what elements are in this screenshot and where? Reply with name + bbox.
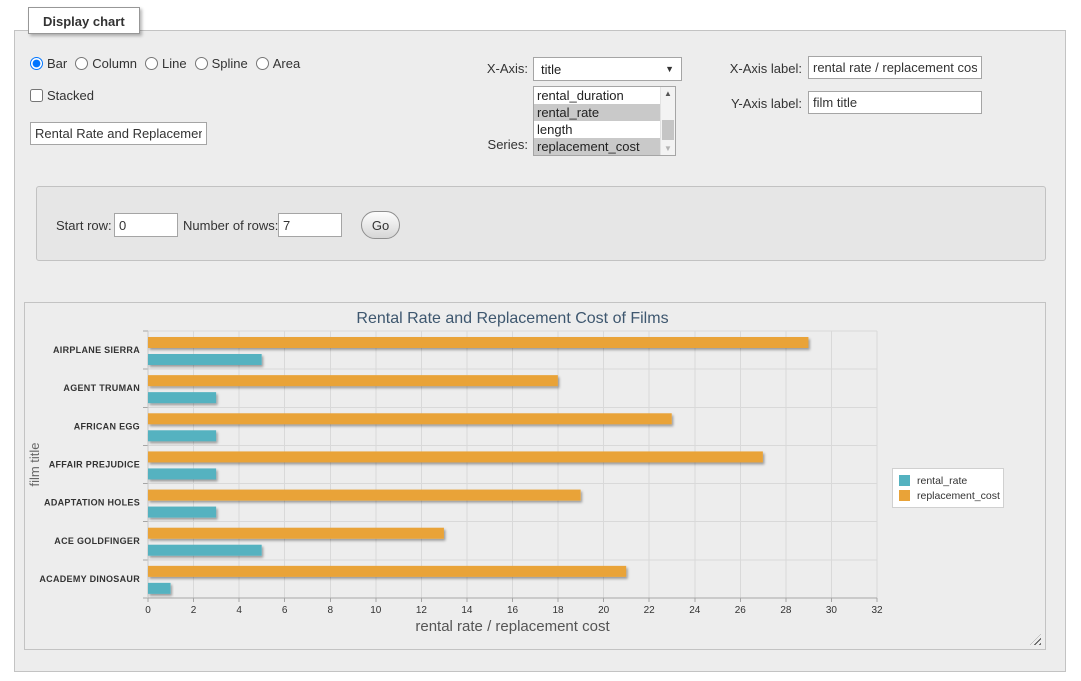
svg-text:28: 28: [780, 605, 792, 616]
scroll-up-icon[interactable]: ▲: [661, 87, 675, 100]
svg-text:24: 24: [689, 605, 701, 616]
radio-area[interactable]: [256, 57, 269, 70]
chevron-down-icon: ▼: [665, 64, 674, 74]
chart-type-option-line[interactable]: Line: [145, 56, 187, 71]
chart-type-option-spline[interactable]: Spline: [195, 56, 248, 71]
svg-text:30: 30: [826, 605, 838, 616]
radio-bar[interactable]: [30, 57, 43, 70]
x-axis-select[interactable]: title ▼: [533, 57, 682, 81]
radio-label: Bar: [47, 56, 67, 71]
svg-text:20: 20: [598, 605, 610, 616]
chart-type-option-bar[interactable]: Bar: [30, 56, 67, 71]
series-option-rental_rate[interactable]: rental_rate: [534, 104, 660, 121]
num-rows-input[interactable]: [278, 213, 342, 237]
legend-item-replacement_cost[interactable]: replacement_cost: [899, 488, 997, 503]
stacked-checkbox[interactable]: [30, 89, 43, 102]
chart-type-radios: Bar Column Line Spline Area: [30, 56, 300, 71]
scroll-down-icon[interactable]: ▼: [661, 142, 675, 155]
svg-text:AFRICAN EGG: AFRICAN EGG: [74, 421, 140, 431]
radio-label: Line: [162, 56, 187, 71]
svg-text:10: 10: [370, 605, 382, 616]
chart-container: 02468101214161820222426283032AIRPLANE SI…: [24, 302, 1046, 650]
x-axis-label-input[interactable]: [808, 56, 982, 79]
radio-label: Area: [273, 56, 300, 71]
go-button[interactable]: Go: [361, 211, 400, 239]
start-row-input[interactable]: [114, 213, 178, 237]
radio-column[interactable]: [75, 57, 88, 70]
chart-type-option-column[interactable]: Column: [75, 56, 137, 71]
start-row-label: Start row:: [56, 218, 112, 233]
svg-text:22: 22: [644, 605, 656, 616]
chart-legend: rental_rate replacement_cost: [892, 468, 1004, 508]
radio-label: Spline: [212, 56, 248, 71]
scrollbar-thumb[interactable]: [662, 120, 674, 140]
series-listbox[interactable]: rental_durationrental_ratelengthreplacem…: [533, 86, 676, 156]
radio-spline[interactable]: [195, 57, 208, 70]
svg-text:4: 4: [236, 605, 242, 616]
series-option-length[interactable]: length: [534, 121, 660, 138]
legend-label: rental_rate: [917, 475, 967, 487]
legend-swatch-icon: [899, 475, 910, 486]
radio-label: Column: [92, 56, 137, 71]
svg-text:6: 6: [282, 605, 288, 616]
svg-text:26: 26: [735, 605, 747, 616]
series-option-rental_duration[interactable]: rental_duration: [534, 87, 660, 104]
series-option-replacement_cost[interactable]: replacement_cost: [534, 138, 660, 155]
svg-text:14: 14: [461, 605, 473, 616]
svg-text:AIRPLANE SIERRA: AIRPLANE SIERRA: [53, 345, 140, 355]
svg-text:18: 18: [553, 605, 565, 616]
radio-line[interactable]: [145, 57, 158, 70]
svg-text:AGENT TRUMAN: AGENT TRUMAN: [63, 383, 140, 393]
series-scrollbar[interactable]: ▲ ▼: [660, 87, 675, 155]
svg-text:AFFAIR PREJUDICE: AFFAIR PREJUDICE: [49, 460, 140, 470]
y-axis-label-input[interactable]: [808, 91, 982, 114]
svg-text:ACADEMY DINOSAUR: ACADEMY DINOSAUR: [39, 574, 140, 584]
svg-text:rental rate / replacement cost: rental rate / replacement cost: [415, 618, 610, 635]
series-options: rental_durationrental_ratelengthreplacem…: [534, 87, 660, 155]
svg-text:12: 12: [416, 605, 428, 616]
panel-title: Display chart: [28, 7, 140, 34]
svg-text:Rental Rate and Replacement Co: Rental Rate and Replacement Cost of Film…: [356, 310, 668, 327]
svg-text:0: 0: [145, 605, 151, 616]
y-axis-label-label: Y-Axis label:: [712, 96, 802, 111]
stacked-option[interactable]: Stacked: [30, 88, 94, 103]
x-axis-selected-value: title: [541, 62, 561, 77]
legend-item-rental_rate[interactable]: rental_rate: [899, 473, 997, 488]
svg-text:8: 8: [327, 605, 333, 616]
svg-text:32: 32: [871, 605, 883, 616]
x-axis-label-label: X-Axis label:: [712, 61, 802, 76]
svg-text:16: 16: [507, 605, 519, 616]
stacked-label: Stacked: [47, 88, 94, 103]
x-axis-select-label: X-Axis:: [448, 61, 528, 76]
svg-text:ACE GOLDFINGER: ACE GOLDFINGER: [54, 536, 140, 546]
num-rows-label: Number of rows:: [183, 218, 278, 233]
legend-swatch-icon: [899, 490, 910, 501]
rows-panel: Start row: Number of rows: Go: [36, 186, 1046, 261]
series-select-label: Series:: [448, 137, 528, 152]
legend-label: replacement_cost: [917, 490, 1000, 502]
svg-text:ADAPTATION HOLES: ADAPTATION HOLES: [44, 498, 140, 508]
chart-title-input[interactable]: [30, 122, 207, 145]
chart-type-option-area[interactable]: Area: [256, 56, 300, 71]
svg-text:film title: film title: [27, 442, 42, 486]
svg-text:2: 2: [191, 605, 197, 616]
